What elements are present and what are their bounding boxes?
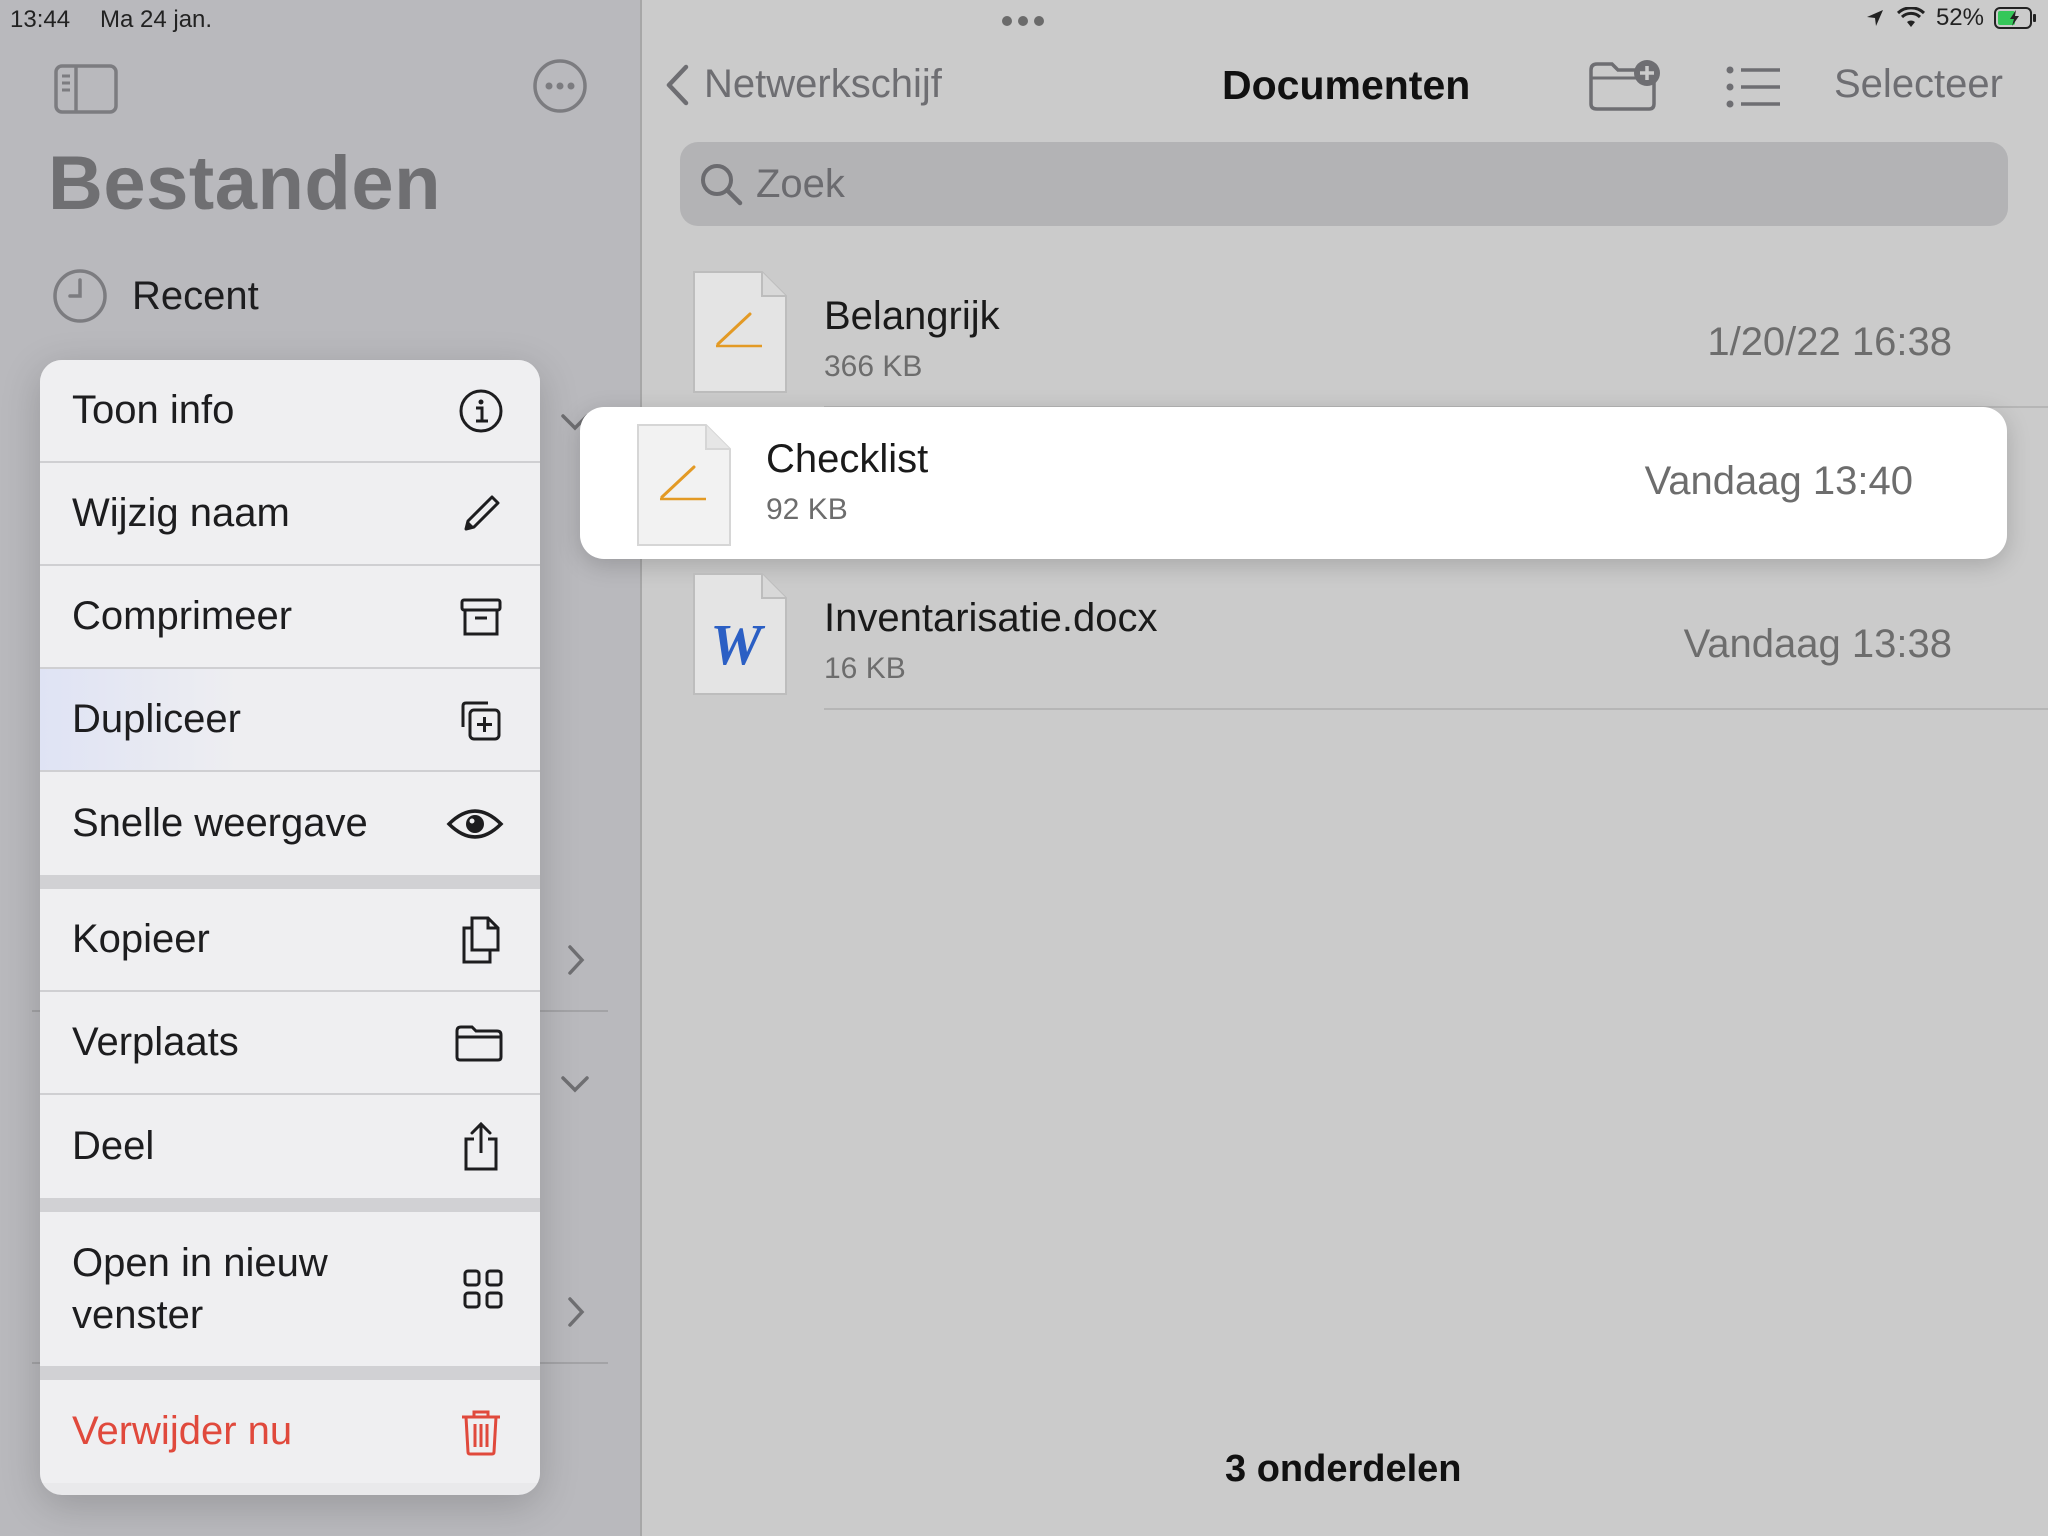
wifi-icon — [1896, 7, 1926, 29]
file-size: 366 KB — [824, 350, 923, 383]
page-title: Documenten — [1222, 62, 1471, 108]
menu-item-delete-now[interactable]: Verwijder nu — [40, 1380, 540, 1483]
search-bar[interactable] — [680, 142, 2008, 226]
info-icon — [458, 388, 504, 434]
pages-doc-icon — [636, 423, 732, 547]
svg-text:W: W — [710, 612, 765, 677]
clock-icon — [52, 268, 108, 324]
file-size: 92 KB — [766, 493, 848, 526]
folder-icon — [454, 1023, 504, 1063]
file-date: Vandaag 13:40 — [1644, 459, 1913, 503]
back-label: Netwerkschijf — [704, 62, 942, 106]
menu-item-label: Verplaats — [72, 1020, 239, 1064]
menu-item-label: Open in nieuw venster — [72, 1241, 328, 1337]
list-view-icon[interactable] — [1726, 66, 1782, 108]
file-row[interactable]: Belangrijk 366 KB 1/20/22 16:38 — [692, 270, 2012, 400]
word-doc-icon: W — [692, 572, 788, 696]
grid-icon — [462, 1268, 504, 1310]
search-input[interactable] — [754, 160, 1958, 208]
sidebar-title: Bestanden — [48, 141, 442, 226]
row-separator — [824, 708, 2048, 710]
menu-item-move[interactable]: Verplaats — [40, 992, 540, 1095]
back-button[interactable]: Netwerkschijf — [664, 62, 942, 107]
copy-icon — [458, 914, 504, 966]
battery-icon — [1994, 6, 2038, 30]
menu-item-show-info[interactable]: Toon info — [40, 360, 540, 463]
status-time: 13:44 — [10, 6, 71, 33]
menu-group-separator — [40, 1198, 540, 1212]
menu-item-label: Verwijder nu — [72, 1409, 293, 1453]
menu-item-label: Comprimeer — [72, 594, 293, 638]
file-date: Vandaag 13:38 — [1683, 622, 1952, 666]
menu-item-label: Wijzig naam — [72, 491, 290, 535]
multitask-dots-icon[interactable] — [1000, 14, 1046, 28]
share-icon — [458, 1121, 504, 1173]
trash-icon — [458, 1407, 504, 1457]
pencil-icon — [458, 491, 504, 537]
context-menu: Toon info Wijzig naam Comprimeer Duplice… — [40, 360, 540, 1495]
file-name: Checklist — [766, 437, 929, 481]
menu-item-label: Kopieer — [72, 917, 210, 961]
menu-item-duplicate[interactable]: Dupliceer — [40, 669, 540, 772]
menu-item-copy[interactable]: Kopieer — [40, 889, 540, 992]
menu-item-label: Dupliceer — [72, 697, 241, 741]
sidebar-toggle-icon[interactable] — [54, 64, 118, 114]
menu-item-share[interactable]: Deel — [40, 1095, 540, 1198]
chevron-down-icon[interactable] — [560, 1074, 590, 1094]
archive-box-icon — [458, 594, 504, 640]
menu-group-separator — [40, 875, 540, 889]
chevron-right-icon[interactable] — [566, 1296, 586, 1328]
menu-item-open-new-window[interactable]: Open in nieuw venster — [40, 1212, 540, 1366]
select-button[interactable]: Selecteer — [1834, 62, 2003, 107]
menu-group-separator — [40, 1366, 540, 1380]
location-icon — [1864, 7, 1886, 29]
file-row[interactable]: W Inventarisatie.docx 16 KB Vandaag 13:3… — [692, 572, 2012, 702]
file-name: Inventarisatie.docx — [824, 596, 1158, 640]
file-name: Belangrijk — [824, 294, 1000, 338]
menu-item-label: Deel — [72, 1124, 155, 1168]
menu-item-quick-look[interactable]: Snelle weergave — [40, 772, 540, 875]
chevron-left-icon — [664, 63, 690, 107]
search-icon — [698, 161, 744, 207]
file-row-selected[interactable]: Checklist 92 KB Vandaag 13:40 — [580, 407, 2007, 559]
pages-doc-icon — [692, 270, 788, 394]
more-icon[interactable] — [532, 58, 588, 114]
status-right: 52% — [1864, 4, 2038, 32]
sidebar-item-recent[interactable]: Recent — [52, 268, 259, 324]
sidebar-item-label: Recent — [132, 273, 259, 318]
menu-item-label: Snelle weergave — [72, 801, 368, 845]
battery-percent: 52% — [1935, 4, 1984, 31]
split-divider[interactable] — [640, 0, 642, 1536]
status-date: Ma 24 jan. — [100, 6, 213, 33]
menu-item-rename[interactable]: Wijzig naam — [40, 463, 540, 566]
chevron-right-icon[interactable] — [566, 944, 586, 976]
eye-icon — [446, 804, 504, 844]
new-folder-icon[interactable] — [1588, 58, 1662, 112]
menu-item-label: Toon info — [72, 388, 235, 432]
duplicate-icon — [458, 697, 504, 743]
item-count: 3 onderdelen — [1225, 1448, 1462, 1490]
file-date: 1/20/22 16:38 — [1707, 320, 1952, 364]
file-size: 16 KB — [824, 652, 906, 685]
menu-item-compress[interactable]: Comprimeer — [40, 566, 540, 669]
